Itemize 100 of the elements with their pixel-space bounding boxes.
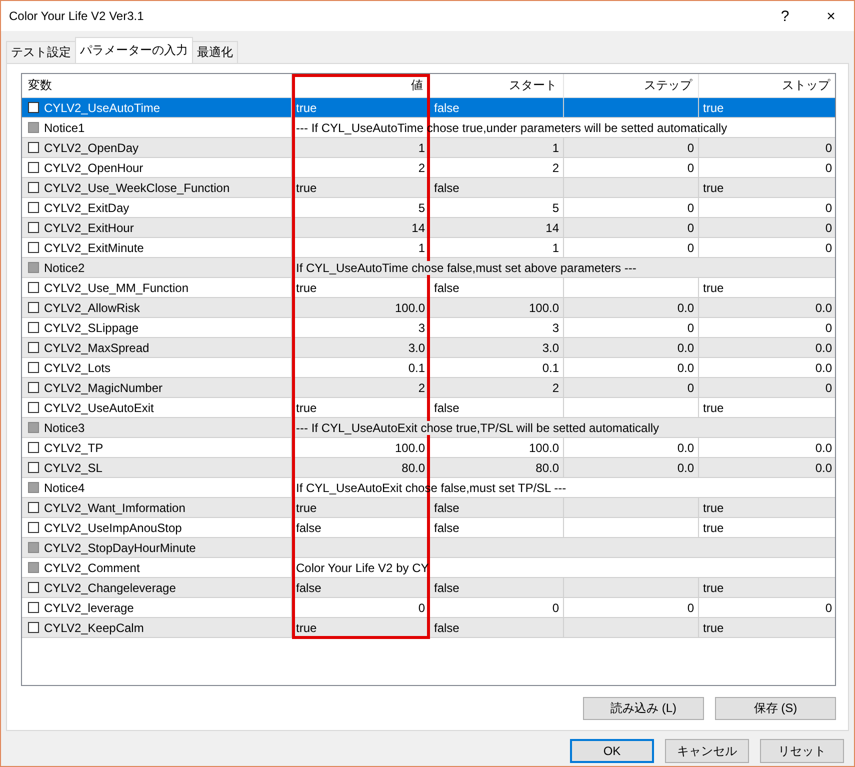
row-checkbox[interactable]: [28, 162, 39, 173]
parameter-name: CYLV2_OpenDay: [44, 140, 138, 154]
parameter-name: Notice4: [44, 480, 85, 494]
cell-value: 0: [418, 600, 425, 614]
row-checkbox[interactable]: [28, 202, 39, 213]
cell-value: false: [434, 100, 460, 114]
table-row[interactable]: CYLV2_Changeleverage false false true: [22, 578, 835, 598]
cell-value: false: [434, 400, 460, 414]
row-checkbox[interactable]: [28, 102, 39, 113]
cell-value: 1: [552, 240, 559, 254]
table-row[interactable]: CYLV2_UseAutoTime true false true: [22, 98, 835, 118]
table-row[interactable]: CYLV2_MagicNumber 2 2 0 0: [22, 378, 835, 398]
parameter-name: CYLV2_ExitHour: [44, 220, 134, 234]
cell-value: 3: [552, 320, 559, 334]
row-checkbox[interactable]: [28, 402, 39, 413]
cell-value: 0.0: [815, 360, 832, 374]
cell-value: 0: [687, 240, 694, 254]
window-title: Color Your Life V2 Ver3.1: [9, 9, 145, 23]
tab[interactable]: 最適化: [192, 41, 238, 63]
row-checkbox[interactable]: [28, 362, 39, 373]
row-checkbox[interactable]: [28, 622, 39, 633]
cell-value: 100.0: [528, 440, 559, 454]
row-checkbox[interactable]: [28, 442, 39, 453]
file-button[interactable]: 読み込み (L): [583, 697, 704, 720]
row-checkbox[interactable]: [28, 142, 39, 153]
row-checkbox[interactable]: [28, 302, 39, 313]
row-checkbox[interactable]: [28, 582, 39, 593]
parameter-name: CYLV2_StopDayHourMinute: [44, 540, 196, 554]
table-row[interactable]: CYLV2_KeepCalm true false true: [22, 618, 835, 638]
cell-value: 0: [825, 240, 832, 254]
table-row[interactable]: CYLV2_AllowRisk 100.0 100.0 0.0 0.0: [22, 298, 835, 318]
help-button[interactable]: ?: [762, 1, 808, 31]
cell-value: 0.0: [677, 460, 694, 474]
tab[interactable]: テスト設定: [6, 41, 76, 63]
table-row[interactable]: CYLV2_StopDayHourMinute: [22, 538, 835, 558]
cell-value: 0: [687, 600, 694, 614]
cell-value: 0.0: [677, 440, 694, 454]
cell-value: 80.0: [402, 460, 425, 474]
cell-value: true: [296, 500, 317, 514]
cell-value: 14: [546, 220, 559, 234]
row-checkbox[interactable]: [28, 342, 39, 353]
file-button[interactable]: 保存 (S): [715, 697, 836, 720]
parameter-name: Notice2: [44, 260, 85, 274]
parameter-name: CYLV2_SLippage: [44, 320, 139, 334]
cell-value: 5: [552, 200, 559, 214]
row-checkbox[interactable]: [28, 562, 39, 573]
tab[interactable]: パラメーターの入力: [75, 37, 193, 63]
cell-value: 100.0: [528, 300, 559, 314]
cell-value: 2: [418, 160, 425, 174]
parameter-name: CYLV2_Use_MM_Function: [44, 280, 189, 294]
row-checkbox[interactable]: [28, 502, 39, 513]
cell-value: true: [703, 620, 724, 634]
table-row[interactable]: CYLV2_Use_WeekClose_Function true false true: [22, 178, 835, 198]
row-checkbox[interactable]: [28, 522, 39, 533]
row-checkbox[interactable]: [28, 542, 39, 553]
row-checkbox[interactable]: [28, 282, 39, 293]
parameter-name: CYLV2_Want_Imformation: [44, 500, 186, 514]
cell-value: 0.0: [815, 440, 832, 454]
cell-value: 0.0: [677, 340, 694, 354]
table-row[interactable]: CYLV2_OpenDay 1 1 0 0: [22, 138, 835, 158]
row-checkbox[interactable]: [28, 482, 39, 493]
row-checkbox[interactable]: [28, 322, 39, 333]
dialog-button[interactable]: キャンセル: [665, 739, 749, 763]
cell-value: true: [703, 500, 724, 514]
parameter-name: CYLV2_AllowRisk: [44, 300, 140, 314]
dialog-button[interactable]: OK: [570, 739, 654, 763]
row-checkbox[interactable]: [28, 242, 39, 253]
table-row[interactable]: CYLV2_ExitHour 14 14 0 0: [22, 218, 835, 238]
table-row[interactable]: Notice3 --- If CYL_UseAutoExit chose true,TP/SL will be setted automatically: [22, 418, 835, 438]
cell-value: 0.0: [677, 300, 694, 314]
table-row[interactable]: CYLV2_Want_Imformation true false true: [22, 498, 835, 518]
cell-value: false: [434, 500, 460, 514]
cell-value: 0: [825, 600, 832, 614]
cell-value: true: [703, 400, 724, 414]
cell-value: 100.0: [394, 440, 425, 454]
table-row[interactable]: CYLV2_MaxSpread 3.0 3.0 0.0 0.0: [22, 338, 835, 358]
close-button[interactable]: ×: [808, 1, 854, 31]
row-checkbox[interactable]: [28, 382, 39, 393]
table-row[interactable]: Notice2 If CYL_UseAutoTime chose false,must set above parameters ---: [22, 258, 835, 278]
row-checkbox[interactable]: [28, 422, 39, 433]
row-checkbox[interactable]: [28, 182, 39, 193]
parameter-name: CYLV2_UseImpAnouStop: [44, 520, 182, 534]
parameter-name: CYLV2_UseAutoTime: [44, 100, 160, 114]
row-checkbox[interactable]: [28, 602, 39, 613]
parameter-name: CYLV2_KeepCalm: [44, 620, 144, 634]
row-checkbox[interactable]: [28, 122, 39, 133]
row-checkbox[interactable]: [28, 262, 39, 273]
cell-value: true: [703, 280, 724, 294]
row-checkbox[interactable]: [28, 222, 39, 233]
cell-value: 100.0: [394, 300, 425, 314]
cell-value: 0.0: [815, 300, 832, 314]
cell-value: false: [296, 580, 322, 594]
dialog-button[interactable]: リセット: [760, 739, 844, 763]
cell-value: false: [434, 580, 460, 594]
cell-value: true: [703, 180, 724, 194]
parameter-name: CYLV2_OpenHour: [44, 160, 144, 174]
cell-value: true: [703, 100, 724, 114]
cell-value: 0: [687, 320, 694, 334]
row-checkbox[interactable]: [28, 462, 39, 473]
table-row[interactable]: CYLV2_SL 80.0 80.0 0.0 0.0: [22, 458, 835, 478]
